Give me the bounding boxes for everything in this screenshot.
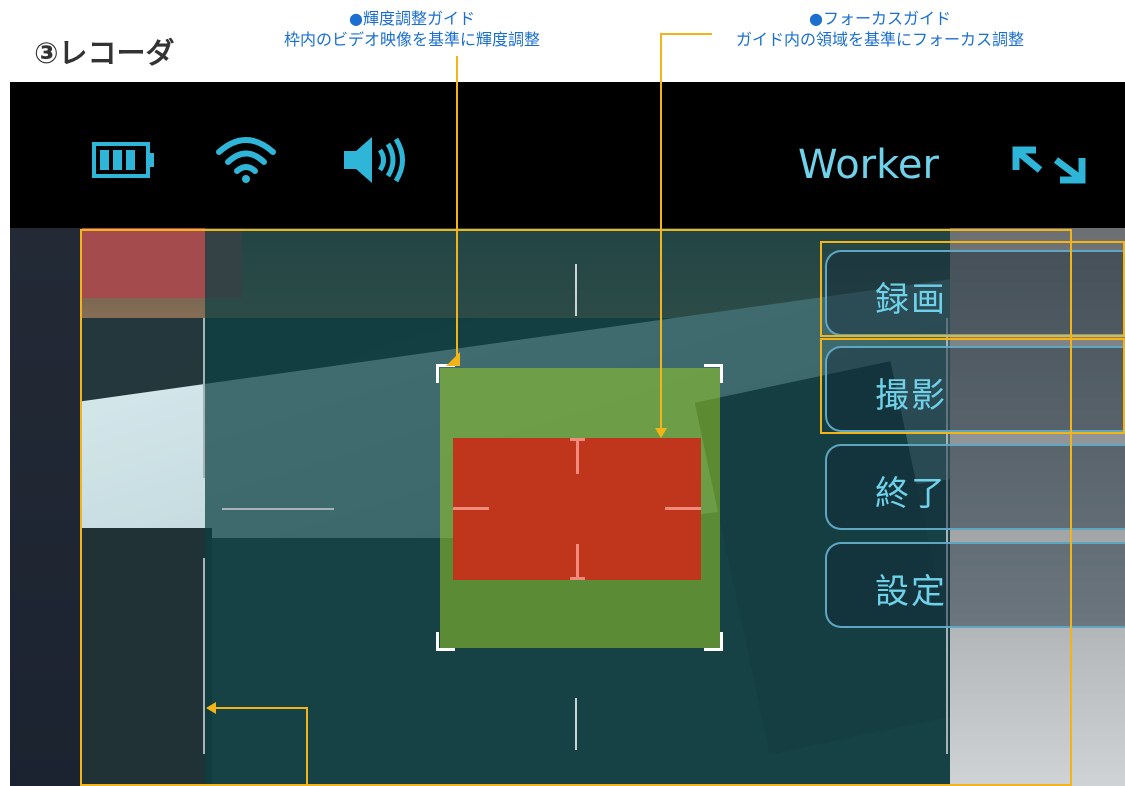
user-label: Worker	[798, 142, 939, 188]
settings-button[interactable]: 設定	[825, 542, 1125, 628]
focus-leader-line-v	[660, 33, 662, 430]
wifi-icon	[215, 134, 277, 188]
bottom-leader-line-v	[306, 707, 308, 786]
focus-tick-bottom-cap	[570, 577, 585, 580]
exit-button[interactable]: 終了	[825, 444, 1125, 530]
record-button[interactable]: 録画	[825, 250, 1125, 336]
guide-line-top	[575, 264, 577, 316]
focus-guide-title: ●フォーカスガイド	[809, 9, 951, 28]
bright-corner-tr	[704, 364, 723, 383]
camera-left-tint	[82, 228, 205, 786]
bottom-leader-arrow	[206, 702, 216, 714]
brightness-guide-annotation: ●輝度調整ガイド 枠内のビデオ映像を基準に輝度調整	[284, 8, 540, 50]
speaker-icon	[340, 134, 412, 190]
recorder-screen: Worker 録画 撮影 終了 設定	[10, 82, 1125, 786]
record-button-label: 録画	[875, 280, 947, 320]
guide-line-bottom	[575, 698, 577, 750]
section-title: ③レコーダ	[34, 36, 175, 70]
focus-leader-line-h	[660, 33, 712, 35]
bright-corner-br	[704, 632, 723, 651]
exit-button-label: 終了	[875, 474, 947, 514]
brightness-leader-line	[456, 56, 458, 356]
focus-leader-arrow	[655, 428, 667, 438]
bottom-leader-line-h	[214, 707, 307, 709]
guide-line-horizontal	[222, 508, 334, 510]
guide-line-left-lower	[203, 558, 205, 754]
focus-tick-top	[576, 438, 579, 474]
focus-tick-right	[665, 507, 701, 510]
camera-left-edge	[10, 228, 82, 786]
brightness-guide-desc: 枠内のビデオ映像を基準に輝度調整	[284, 30, 541, 49]
brightness-guide-title: ●輝度調整ガイド	[349, 9, 475, 28]
focus-guide-annotation: ●フォーカスガイド ガイド内の領域を基準にフォーカス調整	[736, 8, 1024, 50]
bright-corner-bl	[436, 632, 455, 651]
focus-tick-top-cap	[570, 438, 585, 441]
battery-icon	[92, 142, 156, 182]
focus-tick-bottom	[576, 544, 579, 580]
guide-line-left-upper	[203, 318, 205, 478]
settings-button-label: 設定	[875, 572, 947, 612]
focus-guide-desc: ガイド内の領域を基準にフォーカス調整	[736, 30, 1025, 49]
status-bar: Worker	[10, 82, 1125, 228]
camera-preview: 録画 撮影 終了 設定	[10, 228, 1125, 786]
capture-button[interactable]: 撮影	[825, 346, 1125, 432]
focus-tick-left	[453, 507, 489, 510]
brightness-leader-arrow	[444, 350, 462, 372]
expand-arrows-icon[interactable]	[1010, 134, 1088, 198]
capture-button-label: 撮影	[875, 376, 947, 416]
